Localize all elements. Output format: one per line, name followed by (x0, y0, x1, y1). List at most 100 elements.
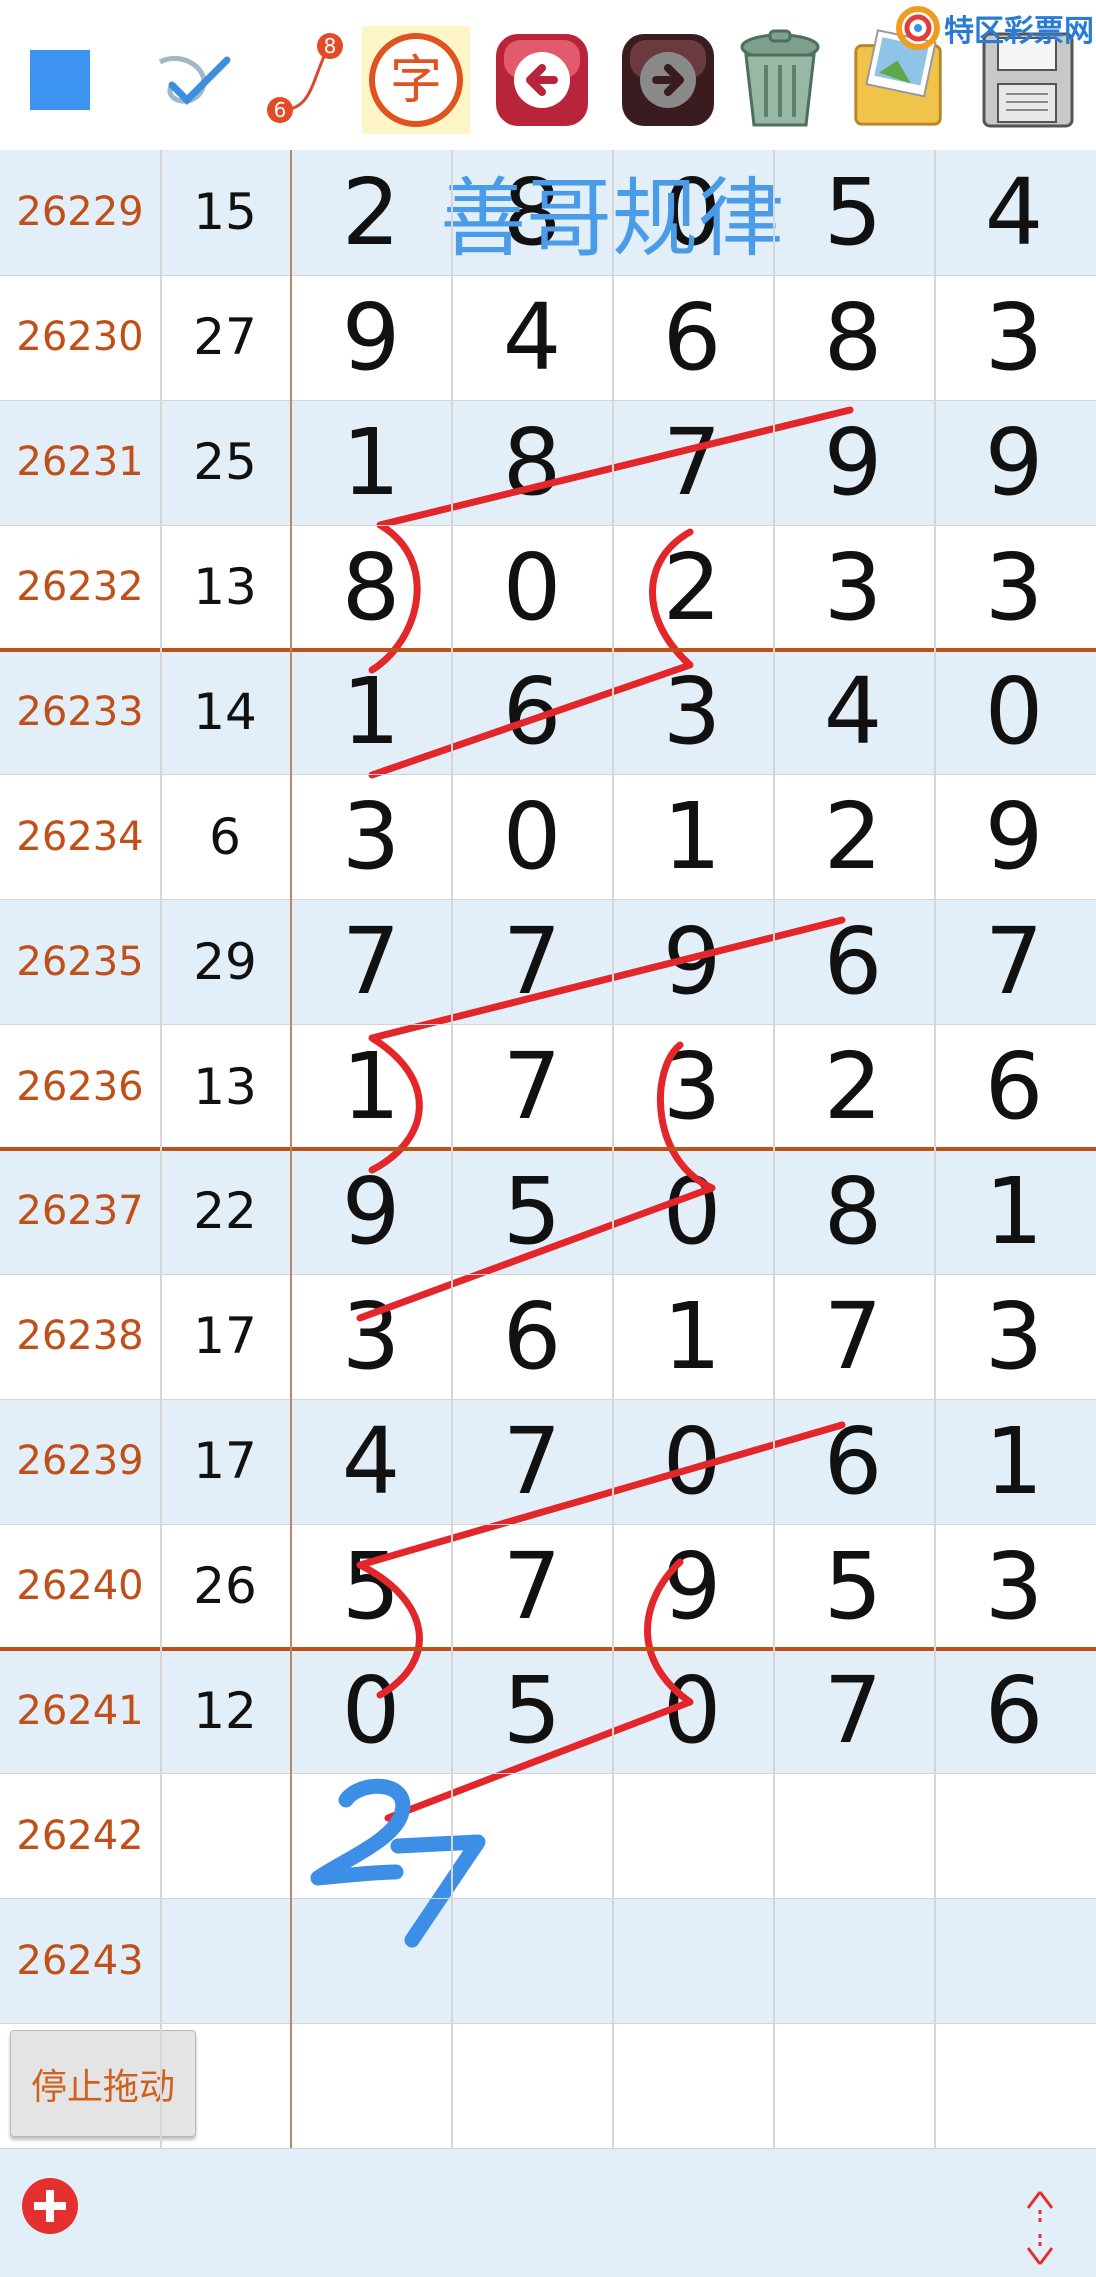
digit-cell: 7 (502, 908, 562, 1016)
group-divider (0, 1646, 1096, 1651)
site-logo: 特区彩票网 (896, 6, 1094, 50)
undo-arrow-icon[interactable] (488, 26, 596, 134)
digit-cell: 4 (823, 658, 883, 766)
digit-cell: 7 (662, 408, 722, 516)
digit-cell (452, 1898, 612, 2023)
issue-number: 26239 (16, 1438, 144, 1485)
line-tool-icon[interactable]: 6 8 (248, 26, 356, 134)
digit-cell (612, 1773, 772, 1898)
digit-cell: 6 (823, 908, 883, 1016)
digit-cell: 5 (823, 1532, 883, 1640)
redo-arrow-icon[interactable] (614, 26, 722, 134)
digit-cell (612, 2023, 772, 2148)
digit-cell: 6 (984, 1033, 1044, 1141)
row-divider (0, 399, 1096, 401)
row-divider (0, 1398, 1096, 1400)
digit-sum: 13 (193, 558, 257, 617)
digit-sum: 29 (193, 932, 257, 991)
row-divider (0, 1773, 1096, 1775)
digit-cell: 3 (341, 783, 401, 891)
text-tool-icon[interactable]: 字 (362, 26, 470, 134)
digit-cell: 8 (823, 283, 883, 391)
table-row: 26233 14 1 6 3 4 0 (0, 649, 1096, 775)
digit-sum: 13 (193, 1057, 257, 1116)
digit-sum: 17 (193, 1432, 257, 1491)
digit-cell: 2 (341, 158, 401, 266)
line-start-label: 6 (274, 98, 287, 122)
digit-cell: 7 (984, 908, 1044, 1016)
digit-cell: 9 (341, 283, 401, 391)
issue-number: 26231 (16, 439, 144, 486)
group-divider (0, 1147, 1096, 1151)
digit-cell: 3 (984, 1532, 1044, 1640)
row-divider (0, 899, 1096, 901)
digit-cell: 8 (502, 158, 562, 266)
stop-drag-button[interactable]: 停止拖动 (10, 2030, 196, 2137)
digit-cell: 6 (984, 1657, 1044, 1765)
issue-number: 26237 (16, 1188, 144, 1235)
digit-cell: 5 (341, 1532, 401, 1640)
column-divider (773, 150, 775, 2148)
digit-sum: 6 (209, 807, 241, 866)
bottom-bar (0, 2148, 1096, 2277)
digit-cell (773, 1773, 933, 1898)
row-divider (0, 1898, 1096, 1900)
digit-cell: 8 (502, 408, 562, 516)
digit-cell: 7 (502, 1407, 562, 1515)
digit-cell: 9 (984, 408, 1044, 516)
issue-number: 26234 (16, 813, 144, 860)
digit-cell: 1 (662, 1282, 722, 1390)
table-row: 26239 17 4 7 0 6 1 (0, 1398, 1096, 1524)
digit-cell: 9 (823, 408, 883, 516)
text-tool-label: 字 (390, 51, 442, 111)
digit-cell: 5 (502, 1157, 562, 1265)
digit-cell: 2 (662, 533, 722, 641)
column-divider (290, 150, 292, 2148)
pen-tool-icon[interactable] (138, 26, 246, 134)
digit-cell (452, 2023, 612, 2148)
digit-cell: 8 (341, 533, 401, 641)
digit-cell: 9 (984, 783, 1044, 891)
digit-sum: 15 (193, 183, 257, 242)
digit-cell: 3 (984, 1282, 1044, 1390)
blue-square (30, 50, 90, 110)
digit-cell (291, 1898, 451, 2023)
digit-cell: 1 (341, 1033, 401, 1141)
row-divider (0, 2148, 1096, 2149)
digit-cell: 6 (823, 1407, 883, 1515)
digit-cell: 7 (341, 908, 401, 1016)
digit-cell: 1 (341, 658, 401, 766)
digit-cell: 7 (823, 1282, 883, 1390)
digit-sum: 14 (193, 682, 257, 741)
site-logo-text: 特区彩票网 (944, 14, 1094, 49)
trash-can-icon[interactable] (726, 26, 834, 134)
plus-circle-icon[interactable] (22, 2178, 78, 2234)
digit-cell (291, 2023, 451, 2148)
column-divider (934, 150, 936, 2148)
table-row: 26230 27 9 4 6 8 3 (0, 274, 1096, 400)
drawing-toolbar: 6 8 字 特区彩票网 (0, 0, 1096, 150)
digit-cell: 7 (823, 1657, 883, 1765)
digit-cell: 6 (502, 1282, 562, 1390)
issue-number: 26235 (16, 938, 144, 985)
digit-cell: 0 (502, 533, 562, 641)
table-row: 26231 25 1 8 7 9 9 (0, 399, 1096, 525)
digit-sum: 12 (193, 1681, 257, 1740)
table-row: 26238 17 3 6 1 7 3 (0, 1273, 1096, 1399)
digit-cell: 5 (502, 1657, 562, 1765)
digit-cell: 3 (662, 1033, 722, 1141)
logo-swirl-icon (896, 6, 940, 50)
square-tool-icon[interactable] (6, 26, 114, 134)
row-divider (0, 774, 1096, 776)
group-divider (0, 647, 1096, 652)
expand-arrows-icon[interactable] (1018, 2188, 1062, 2268)
table-row: 26236 13 1 7 3 2 6 (0, 1024, 1096, 1149)
digit-cell (612, 1898, 772, 2023)
digit-cell: 1 (984, 1157, 1044, 1265)
row-divider (0, 1523, 1096, 1525)
table-row: 26229 15 2 8 0 5 4 (0, 150, 1096, 275)
digit-cell: 5 (823, 158, 883, 266)
digit-cell: 7 (502, 1532, 562, 1640)
issue-number: 26229 (16, 189, 144, 236)
digit-cell: 3 (984, 533, 1044, 641)
